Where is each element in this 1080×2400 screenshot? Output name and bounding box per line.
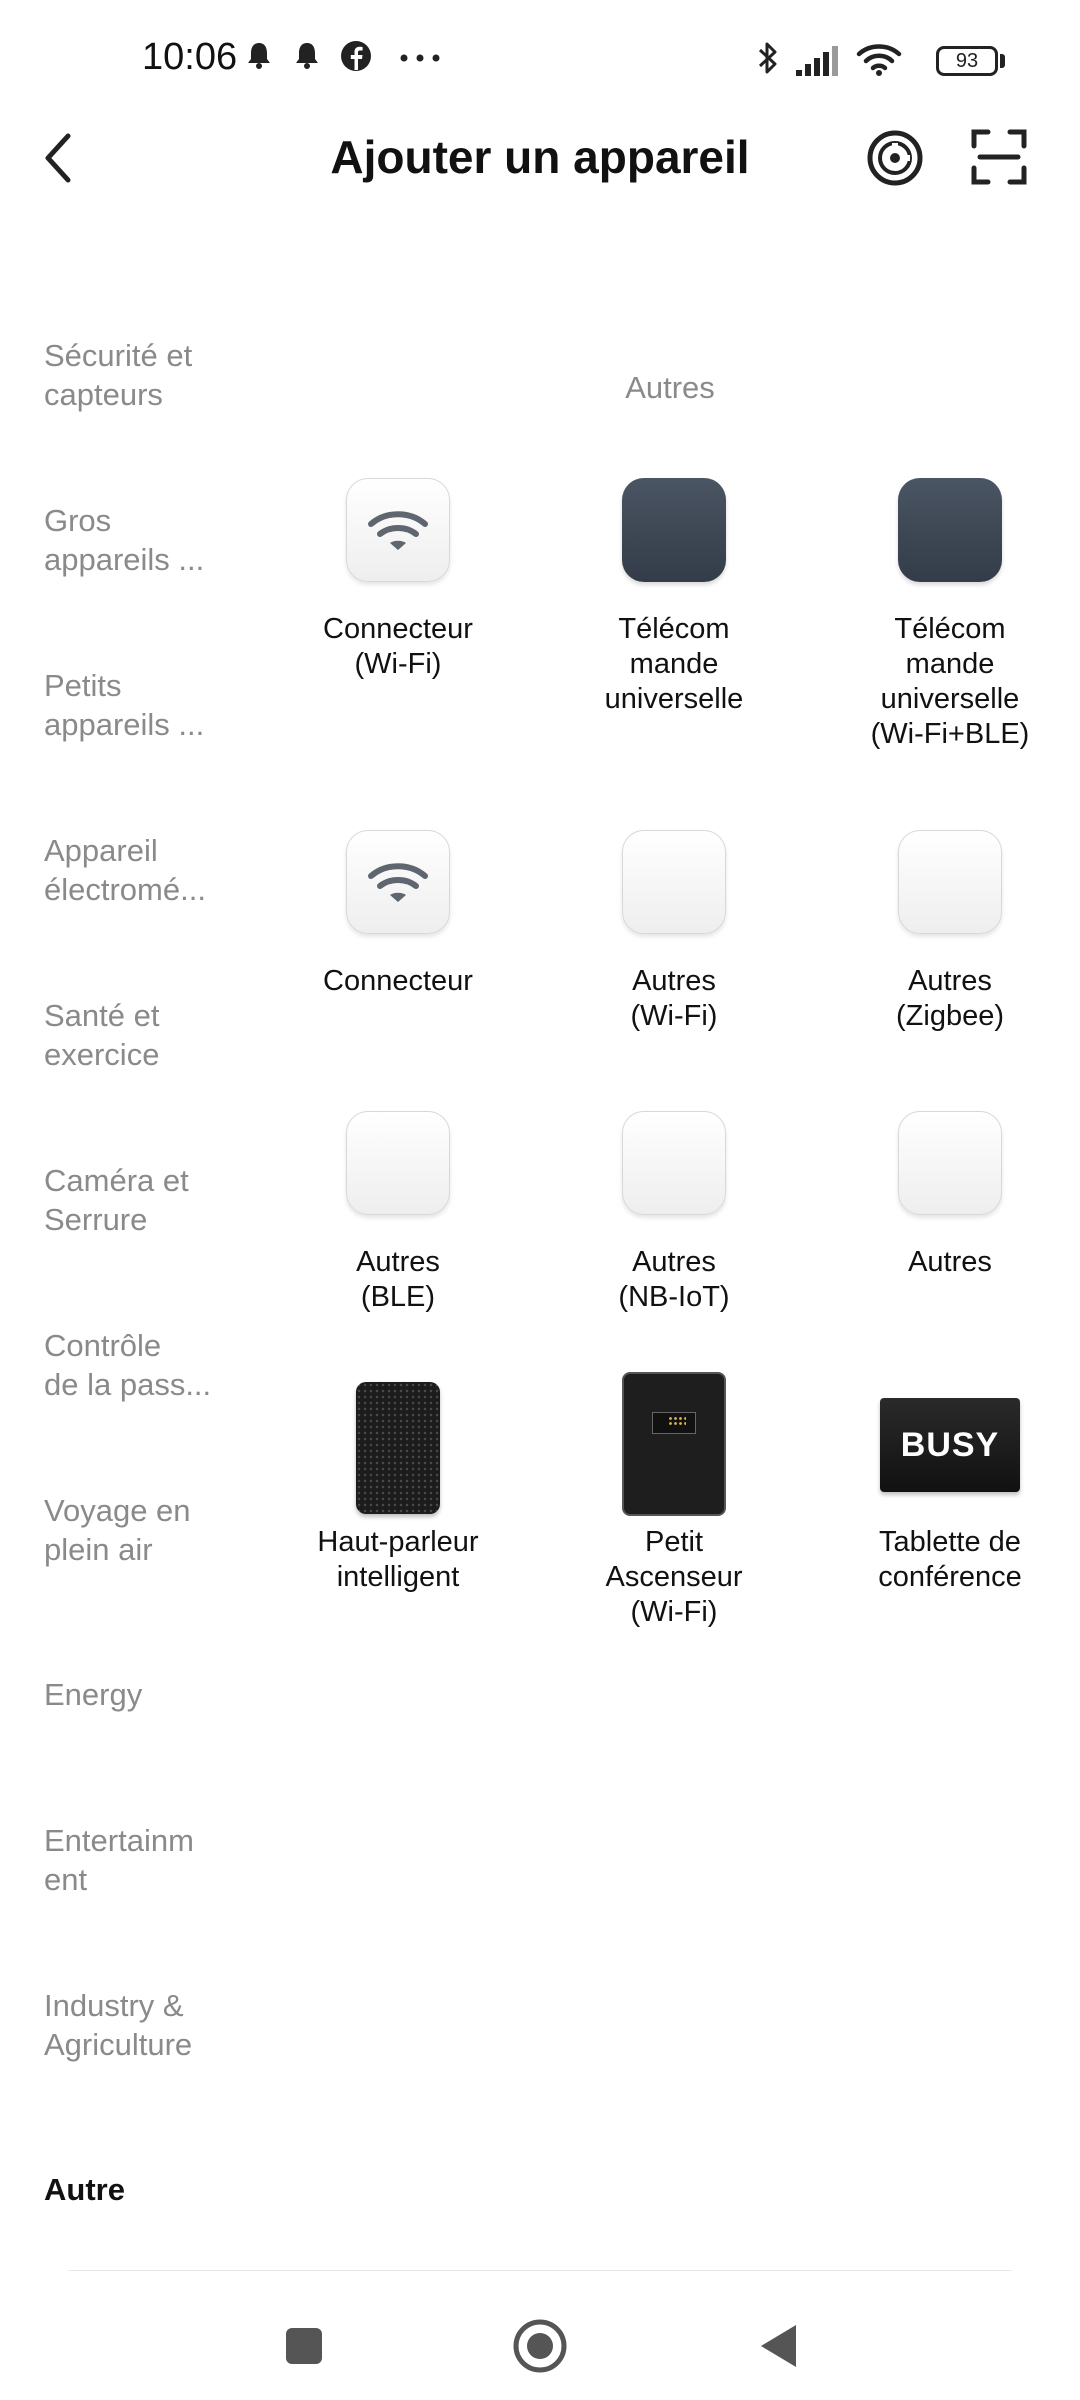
scan-qr-icon[interactable] — [970, 128, 1028, 186]
back-nav-icon[interactable] — [758, 2322, 798, 2370]
device-card[interactable]: BUSY Tablette de conférence — [815, 1372, 1080, 1602]
sidebar-item-label: Sécurité et capteurs — [44, 338, 193, 412]
section-title: Autres — [625, 370, 715, 405]
blank-device-icon — [622, 830, 726, 934]
blank-device-icon — [898, 1111, 1002, 1215]
battery-indicator: 93 — [936, 46, 998, 76]
sidebar-item-label: Santé et exercice — [44, 998, 160, 1072]
device-card[interactable]: Télécom mande universelle (Wi-Fi+BLE) — [815, 478, 1080, 758]
auto-scan-icon[interactable] — [865, 128, 925, 188]
sidebar-item-camera[interactable]: Caméra et Serrure — [44, 1161, 244, 1239]
device-label: Autres (NB-IoT) — [618, 1246, 730, 1313]
blank-device-icon — [622, 1111, 726, 1215]
device-card[interactable]: Télécom mande universelle — [539, 478, 809, 718]
sidebar-item-securite[interactable]: Sécurité et capteurs — [44, 336, 244, 414]
device-label: Télécom mande universelle — [604, 613, 744, 715]
wifi-connector-icon — [346, 478, 450, 582]
remote-icon — [898, 478, 1002, 582]
device-card[interactable]: Autres (Wi-Fi) — [539, 830, 809, 1032]
facebook-icon — [341, 41, 371, 71]
sidebar-item-label: Voyage en plein air — [44, 1493, 191, 1567]
device-label: Autres — [908, 1246, 992, 1278]
blank-device-icon — [898, 830, 1002, 934]
device-card[interactable]: Connecteur (Wi-Fi) — [263, 478, 533, 718]
sidebar-item-label: Autre — [44, 2172, 125, 2207]
sidebar-item-label: Contrôle de la pass... — [44, 1328, 212, 1402]
sidebar-item-label: Caméra et Serrure — [44, 1163, 189, 1237]
nav-divider — [68, 2270, 1012, 2271]
sidebar-item-controle-passage[interactable]: Contrôle de la pass... — [44, 1326, 244, 1404]
blank-device-icon — [346, 1111, 450, 1215]
wifi-icon — [856, 44, 902, 76]
sidebar-item-voyage[interactable]: Voyage en plein air — [44, 1491, 244, 1569]
smart-speaker-icon — [356, 1382, 440, 1514]
status-time: 10:06 — [142, 36, 238, 78]
sidebar-item-label: Entertainm ent — [44, 1823, 194, 1897]
more-notifications-icon — [400, 54, 440, 62]
device-label: Connecteur (Wi-Fi) — [323, 613, 473, 680]
sidebar-item-electromenager[interactable]: Appareil électromé... — [44, 831, 244, 909]
signal-icon — [796, 46, 838, 76]
sidebar-item-petits-appareils[interactable]: Petits appareils ... — [44, 666, 244, 744]
device-card[interactable]: Autres — [815, 1111, 1080, 1311]
device-card[interactable]: Connecteur — [263, 830, 533, 1030]
notification-bell-icon — [248, 43, 270, 69]
device-label: Autres (Wi-Fi) — [630, 965, 718, 1032]
device-label: Petit Ascenseur (Wi-Fi) — [605, 1526, 743, 1628]
device-label: Connecteur — [323, 965, 473, 997]
busy-badge-text: BUSY — [900, 1425, 1000, 1464]
elevator-icon — [622, 1372, 726, 1516]
sidebar-item-autre[interactable]: Autre — [44, 2170, 244, 2209]
device-label: Autres (BLE) — [356, 1246, 440, 1313]
home-icon[interactable] — [512, 2318, 568, 2374]
device-card[interactable]: Haut-parleur intelligent — [263, 1372, 533, 1602]
sidebar-item-gros-appareils[interactable]: Gros appareils ... — [44, 501, 244, 579]
device-label: Haut-parleur intelligent — [317, 1526, 479, 1593]
device-label: Télécom mande universelle (Wi-Fi+BLE) — [870, 613, 1030, 750]
bluetooth-icon — [758, 42, 777, 74]
sidebar-item-label: Gros appareils ... — [44, 503, 205, 577]
sidebar-item-label: Energy — [44, 1677, 143, 1712]
sidebar-item-entertainment[interactable]: Entertainm ent — [44, 1821, 244, 1899]
sidebar-item-label: Petits appareils ... — [44, 668, 205, 742]
device-card[interactable]: Petit Ascenseur (Wi-Fi) — [539, 1372, 809, 1642]
device-card[interactable]: Autres (NB-IoT) — [539, 1111, 809, 1313]
notification-bell-icon — [296, 43, 318, 69]
wifi-connector-icon — [346, 830, 450, 934]
recent-apps-icon[interactable] — [284, 2326, 324, 2366]
device-label: Tablette de conférence — [878, 1526, 1022, 1593]
sidebar-item-label: Appareil électromé... — [44, 833, 206, 907]
remote-icon — [622, 478, 726, 582]
sidebar-item-industry[interactable]: Industry & Agriculture — [44, 1986, 244, 2064]
busy-tablet-icon: BUSY — [880, 1398, 1020, 1492]
sidebar-item-energy[interactable]: Energy — [44, 1675, 244, 1714]
device-card[interactable]: Autres (Zigbee) — [815, 830, 1080, 1032]
battery-tip — [1000, 54, 1005, 68]
sidebar-item-label: Industry & Agriculture — [44, 1988, 193, 2062]
device-label: Autres (Zigbee) — [896, 965, 1004, 1032]
device-card[interactable]: Autres (BLE) — [263, 1111, 533, 1313]
sidebar-item-sante[interactable]: Santé et exercice — [44, 996, 244, 1074]
